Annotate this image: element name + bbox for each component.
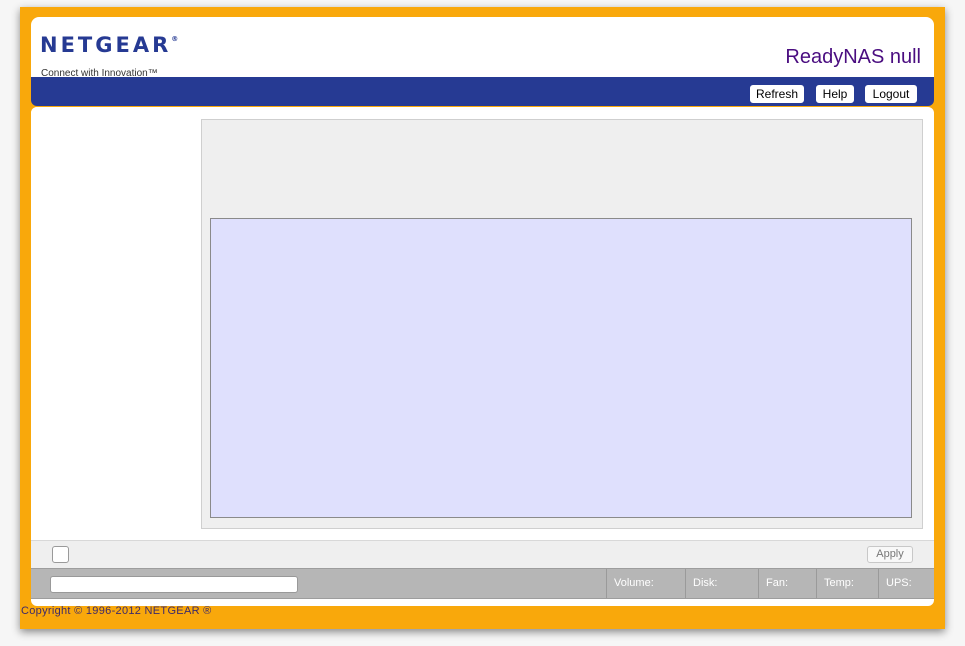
top-nav-bar: Refresh Help Logout <box>31 77 934 106</box>
logout-button[interactable]: Logout <box>865 85 917 103</box>
main-panel <box>201 119 923 529</box>
disk-status: Disk: <box>685 569 758 598</box>
help-button[interactable]: Help <box>816 85 854 103</box>
content-panel <box>210 218 912 518</box>
checkbox[interactable] <box>52 546 69 563</box>
temp-status: Temp: <box>816 569 878 598</box>
netgear-logo: NETGEAR® <box>40 33 178 57</box>
apply-button[interactable]: Apply <box>867 546 913 563</box>
status-field[interactable] <box>50 576 298 593</box>
refresh-button[interactable]: Refresh <box>750 85 804 103</box>
fan-status: Fan: <box>758 569 816 598</box>
content-area: Apply Volume: Disk: Fan: Temp: UPS: <box>31 107 934 606</box>
status-bar: Volume: Disk: Fan: Temp: UPS: <box>31 568 934 599</box>
copyright-text: Copyright © 1996-2012 NETGEAR ® <box>21 605 212 617</box>
volume-status: Volume: <box>606 569 685 598</box>
page-title: ReadyNAS null <box>785 46 921 68</box>
logo-registered-mark: ® <box>171 35 179 43</box>
action-bar: Apply <box>31 540 934 568</box>
header: NETGEAR® Connect with Innovation™ ReadyN… <box>31 17 934 79</box>
app-frame: NETGEAR® Connect with Innovation™ ReadyN… <box>20 7 945 629</box>
sidebar <box>31 107 201 540</box>
ups-status: UPS: <box>878 569 934 598</box>
logo-text: NETGEAR <box>40 33 172 57</box>
